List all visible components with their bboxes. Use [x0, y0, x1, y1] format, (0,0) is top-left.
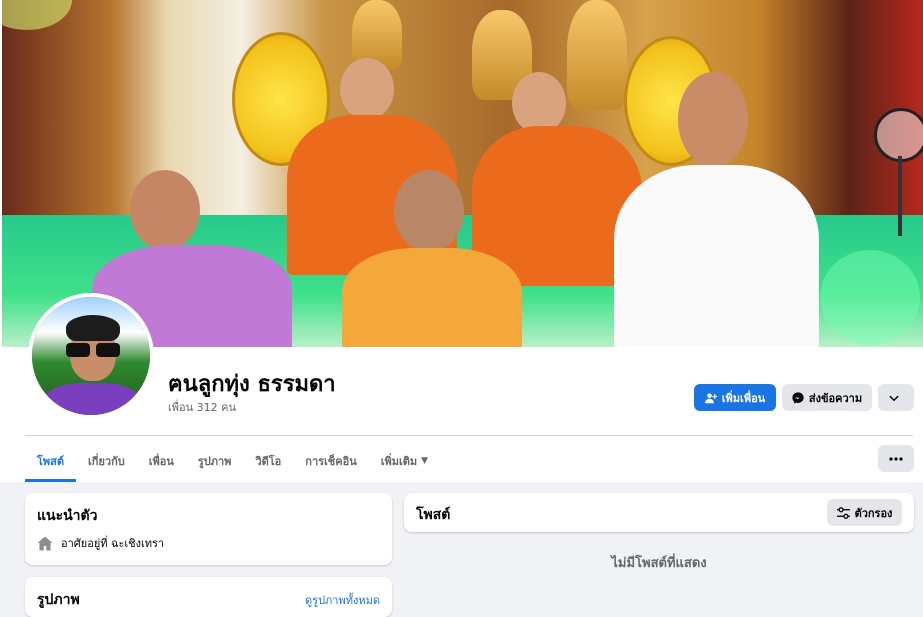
intro-card: แนะนำตัว อาศัยอยู่ที่ ฉะเชิงเทรา [25, 493, 392, 565]
photos-title: รูปภาพ [37, 592, 80, 608]
tab-label: วิดีโอ [255, 455, 282, 468]
lives-in-text: อาศัยอยู่ที่ ฉะเชิงเทรา [61, 537, 165, 550]
electric-fan-pole [898, 156, 902, 236]
tab-videos[interactable]: วิดีโอ [243, 442, 293, 480]
messenger-icon [792, 391, 804, 404]
tab-check-ins[interactable]: การเช็คอิน [293, 442, 368, 480]
filter-icon [836, 506, 850, 519]
tab-photos[interactable]: รูปภาพ [186, 442, 244, 480]
tab-label: การเช็คอิน [305, 455, 357, 468]
buddha-statue [567, 0, 627, 110]
posts-title: โพสต์ [416, 507, 451, 523]
cover-photo[interactable] [2, 0, 923, 347]
tab-label: เกี่ยวกับ [88, 455, 125, 468]
no-posts-message: ไม่มีโพสต์ที่แสดง [611, 556, 707, 571]
tab-about[interactable]: เกี่ยวกับ [76, 442, 137, 480]
chevron-down-icon [889, 395, 898, 401]
tab-label: เพื่อน [148, 455, 174, 468]
filter-button[interactable]: ตัวกรอง [827, 499, 902, 526]
posts-card: โพสต์ ตัวกรอง [404, 493, 914, 532]
filter-label: ตัวกรอง [854, 506, 893, 520]
lives-in-row: อาศัยอยู่ที่ ฉะเชิงเทรา [37, 534, 164, 552]
tab-more[interactable]: เพิ่มเติม ▼ [369, 442, 440, 480]
home-icon [37, 536, 53, 550]
tab-posts[interactable]: โพสต์ [25, 442, 77, 482]
light-glow [820, 250, 920, 345]
tab-label: เพิ่มเติม [380, 455, 418, 468]
add-friend-button[interactable]: เพิ่มเพื่อน [694, 384, 776, 411]
header-divider [25, 435, 913, 436]
friend-count[interactable]: เพื่อน 312 คน [168, 398, 236, 416]
add-friend-icon [704, 393, 717, 403]
more-icon [889, 456, 903, 461]
electric-fan [874, 108, 923, 162]
tab-label: โพสต์ [37, 455, 65, 468]
add-friend-label: เพิ่มเพื่อน [721, 391, 766, 405]
message-label: ส่งข้อความ [808, 391, 863, 405]
more-actions-button[interactable] [878, 384, 914, 411]
message-button[interactable]: ส่งข้อความ [782, 384, 872, 411]
caret-down-icon: ▼ [421, 456, 429, 466]
profile-tabs: โพสต์ เกี่ยวกับ เพื่อน รูปภาพ วิดีโอ การ… [25, 442, 440, 482]
intro-title: แนะนำตัว [37, 508, 98, 524]
photos-card: รูปภาพ ดูรูปภาพทั้งหมด [25, 577, 392, 617]
see-all-photos-link[interactable]: ดูรูปภาพทั้งหมด [305, 591, 380, 609]
tab-friends[interactable]: เพื่อน [137, 442, 186, 480]
tab-options-button[interactable] [878, 445, 914, 472]
profile-avatar[interactable] [28, 293, 154, 419]
tab-label: รูปภาพ [197, 455, 232, 468]
profile-name: ฅนลูกทุ่ง ธรรมดา [168, 372, 336, 397]
